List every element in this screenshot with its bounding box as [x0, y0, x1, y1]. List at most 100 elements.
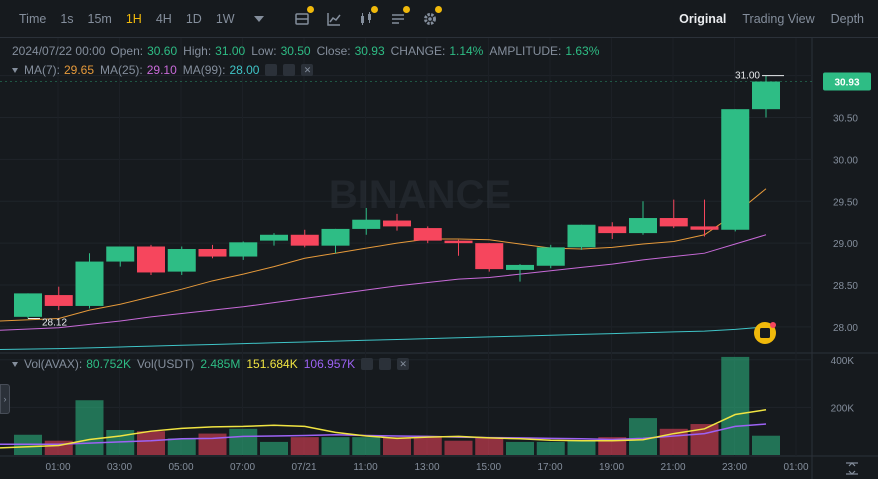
time-tick-label: 11:00 — [353, 462, 378, 473]
vol-usdt-value: 2.485M — [200, 357, 241, 371]
candle[interactable] — [567, 224, 596, 250]
high-label: High: — [183, 44, 212, 58]
candle[interactable] — [290, 229, 319, 248]
low-marker-label: 28.12 — [42, 318, 67, 329]
time-tick-label: 15:00 — [476, 462, 501, 473]
time-tick-label: 19:00 — [599, 462, 624, 473]
candle[interactable] — [44, 286, 73, 311]
time-tick-label: 17:00 — [537, 462, 562, 473]
candle-body — [260, 234, 288, 241]
open-label: Open: — [110, 44, 144, 58]
time-tick-label: 13:00 — [414, 462, 439, 473]
change-label: CHANGE: — [390, 44, 446, 58]
volume-bar[interactable] — [260, 441, 288, 455]
candle-body — [352, 219, 381, 229]
candle[interactable] — [659, 199, 688, 229]
vol-avax-label: Vol(AVAX): — [24, 357, 83, 371]
time-tick-label: 21:00 — [660, 462, 685, 473]
candle-body — [321, 228, 350, 246]
volume-info: Vol(AVAX): 80.752K Vol(USDT) 2.485M 151.… — [12, 357, 410, 371]
volume-tick-label: 400K — [831, 356, 855, 367]
time-tick-label: 01:00 — [783, 462, 808, 473]
candle[interactable] — [260, 233, 288, 246]
volume-bar[interactable] — [75, 400, 104, 455]
ma-visibility-eye-icon[interactable] — [265, 64, 278, 76]
ma-info: MA(7): 29.65 MA(25): 29.10 MA(99): 28.00 — [12, 63, 314, 77]
candle[interactable] — [167, 246, 196, 275]
volume-bar[interactable] — [629, 418, 657, 455]
ma99-label: MA(99): — [182, 63, 226, 77]
time-tick-label: 07:00 — [230, 462, 255, 473]
candle[interactable] — [106, 246, 135, 267]
ma-close-icon[interactable] — [301, 64, 314, 76]
time-tick-label: 05:00 — [168, 462, 193, 473]
price-tick-label: 29.00 — [833, 239, 858, 250]
ma-collapse-chevron-icon[interactable] — [12, 67, 18, 73]
volume-bar[interactable] — [752, 435, 780, 455]
low-value: 30.50 — [280, 44, 311, 58]
candle-body — [444, 240, 473, 244]
vol-settings-icon[interactable] — [379, 358, 392, 370]
price-tick-label: 30.00 — [833, 155, 858, 166]
candle-body — [690, 226, 719, 230]
candle[interactable] — [629, 201, 657, 235]
candle-body — [198, 249, 227, 257]
ma99-line — [0, 326, 767, 350]
close-value: 30.93 — [354, 44, 385, 58]
volume-bar[interactable] — [475, 437, 504, 455]
volume-bar[interactable] — [413, 437, 442, 455]
candle-body — [290, 234, 319, 246]
candle-body — [567, 224, 596, 248]
candle[interactable] — [752, 75, 780, 118]
volume-bar[interactable] — [506, 441, 534, 455]
volume-bar[interactable] — [721, 356, 750, 455]
low-label: Low: — [251, 44, 277, 58]
vol-close-icon[interactable] — [397, 358, 410, 370]
candle-body — [44, 295, 73, 306]
ma7-label: MA(7): — [24, 63, 60, 77]
volume-bar[interactable] — [444, 440, 473, 455]
candle[interactable] — [198, 244, 227, 259]
volume-bar[interactable] — [352, 437, 381, 455]
candle-body — [752, 81, 780, 110]
volume-bar[interactable] — [167, 438, 196, 455]
volume-bar[interactable] — [229, 428, 258, 455]
volume-bar[interactable] — [321, 437, 350, 455]
candle-body — [383, 220, 411, 227]
candle-body — [659, 218, 688, 227]
ma-settings-icon[interactable] — [283, 64, 296, 76]
ma7-value: 29.65 — [64, 63, 95, 77]
candle[interactable] — [690, 199, 719, 237]
price-tick-label: 29.50 — [833, 197, 858, 208]
amplitude-value: 1.63% — [565, 44, 600, 58]
candle[interactable] — [137, 244, 165, 275]
volume-tick-label: 200K — [831, 403, 855, 414]
candle[interactable] — [536, 244, 565, 269]
ohlc-date: 2024/07/22 00:00 — [12, 44, 106, 58]
candle[interactable] — [598, 222, 627, 239]
volume-bar[interactable] — [383, 437, 411, 455]
volume-bar[interactable] — [536, 441, 565, 455]
candle[interactable] — [321, 228, 350, 254]
time-tick-label: 07/21 — [291, 462, 316, 473]
candle[interactable] — [444, 239, 473, 256]
vol-collapse-chevron-icon[interactable] — [12, 361, 18, 367]
expand-panel-chevron-icon[interactable]: › — [0, 384, 10, 414]
candle[interactable] — [475, 243, 504, 272]
amplitude-label: AMPLITUDE: — [489, 44, 562, 58]
price-tick-label: 28.00 — [833, 323, 858, 334]
time-tick-label: 03:00 — [107, 462, 132, 473]
candle[interactable] — [75, 253, 104, 309]
candle[interactable] — [14, 293, 42, 319]
candle-body — [229, 242, 258, 257]
reset-scale-icon[interactable] — [846, 462, 858, 475]
price-tick-label: 28.50 — [833, 281, 858, 292]
volume-bar[interactable] — [290, 437, 319, 455]
volume-bar[interactable] — [198, 433, 227, 455]
change-value: 1.14% — [449, 44, 484, 58]
candle[interactable] — [721, 109, 750, 232]
vol-visibility-eye-icon[interactable] — [361, 358, 374, 370]
volume-bar[interactable] — [567, 440, 596, 455]
volume-bar[interactable] — [137, 431, 165, 455]
candle[interactable] — [229, 241, 258, 260]
